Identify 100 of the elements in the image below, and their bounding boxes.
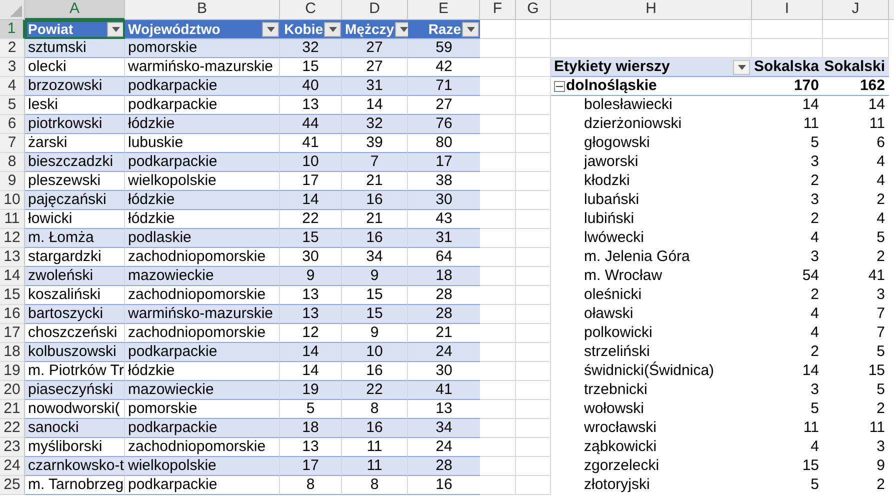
row-header[interactable]: 22 <box>0 419 25 438</box>
row-header[interactable]: 1 <box>0 20 25 39</box>
table-cell: 44 <box>280 115 342 134</box>
table-cell: 32 <box>342 115 408 134</box>
empty-cell[interactable] <box>516 476 551 495</box>
empty-cell[interactable] <box>516 248 551 267</box>
row-header[interactable]: 11 <box>0 210 25 229</box>
empty-cell[interactable] <box>516 191 551 210</box>
row-header[interactable]: 10 <box>0 191 25 210</box>
pivot-cell-text: 3 <box>876 438 886 457</box>
row-header[interactable]: 7 <box>0 134 25 153</box>
table-cell: 64 <box>408 248 480 267</box>
filter-button[interactable] <box>262 22 279 36</box>
table-cell: warmińsko-mazurskie <box>125 305 280 324</box>
pivot-cell-text: 5 <box>876 229 886 248</box>
column-header[interactable]: E <box>408 0 480 20</box>
column-header[interactable]: G <box>516 0 551 20</box>
empty-cell[interactable] <box>516 457 551 476</box>
caret-icon <box>112 27 120 32</box>
row-header[interactable]: 13 <box>0 248 25 267</box>
column-header[interactable]: B <box>125 0 280 20</box>
row-header[interactable]: 19 <box>0 362 25 381</box>
table-cell: 38 <box>408 172 480 191</box>
row-header[interactable]: 16 <box>0 305 25 324</box>
filter-button[interactable] <box>462 22 479 36</box>
pivot-row-label: wołowski <box>583 400 646 419</box>
empty-cell[interactable] <box>516 77 551 96</box>
row-header[interactable]: 2 <box>0 39 25 58</box>
column-header[interactable]: H <box>551 0 752 20</box>
empty-cell[interactable] <box>516 381 551 400</box>
empty-cell[interactable] <box>516 115 551 134</box>
table-cell: podlaskie <box>125 229 280 248</box>
column-header[interactable]: J <box>823 0 889 20</box>
empty-cell[interactable] <box>752 20 823 39</box>
row-header[interactable]: 9 <box>0 172 25 191</box>
table-cell: łódzkie <box>125 115 280 134</box>
select-all-icon[interactable] <box>10 5 22 17</box>
row-header[interactable]: 3 <box>0 58 25 77</box>
empty-cell[interactable] <box>516 172 551 191</box>
table-cell: pleszewski <box>25 172 125 191</box>
pivot-cell-text: 3 <box>810 153 820 172</box>
row-header[interactable]: 12 <box>0 229 25 248</box>
row-header[interactable]: 18 <box>0 343 25 362</box>
row-header[interactable]: 24 <box>0 457 25 476</box>
empty-cell[interactable] <box>516 267 551 286</box>
empty-cell[interactable] <box>516 343 551 362</box>
row-header[interactable]: 20 <box>0 381 25 400</box>
table-cell: 31 <box>342 77 408 96</box>
empty-cell[interactable] <box>516 39 551 58</box>
table-cell: koszaliński <box>25 286 125 305</box>
filter-button[interactable] <box>395 22 408 36</box>
table-header-cell-text: Województwo <box>128 20 222 38</box>
filter-button[interactable] <box>324 22 341 36</box>
empty-cell[interactable] <box>516 362 551 381</box>
table-cell: podkarpackie <box>125 153 280 172</box>
row-header[interactable]: 4 <box>0 77 25 96</box>
column-header[interactable]: D <box>342 0 408 20</box>
empty-cell[interactable] <box>516 153 551 172</box>
empty-cell[interactable] <box>516 400 551 419</box>
row-header[interactable]: 23 <box>0 438 25 457</box>
empty-cell[interactable] <box>516 20 551 39</box>
table-cell: lubuskie <box>125 134 280 153</box>
table-cell: 14 <box>280 362 342 381</box>
row-header[interactable]: 21 <box>0 400 25 419</box>
filter-button[interactable] <box>733 60 750 74</box>
empty-cell[interactable] <box>516 438 551 457</box>
table-cell: nowodworski( <box>25 400 125 419</box>
table-header-cell-text: Raze <box>427 20 461 38</box>
filter-button[interactable] <box>107 22 124 37</box>
empty-cell[interactable] <box>516 419 551 438</box>
caret-icon <box>738 64 746 70</box>
column-header[interactable]: A <box>25 0 125 20</box>
empty-cell[interactable] <box>516 305 551 324</box>
empty-cell[interactable] <box>516 229 551 248</box>
empty-cell[interactable] <box>516 96 551 115</box>
table-cell: łódzkie <box>125 362 280 381</box>
row-header[interactable]: 6 <box>0 115 25 134</box>
empty-cell[interactable] <box>551 20 752 39</box>
table-cell: podkarpackie <box>125 77 280 96</box>
row-header[interactable]: 8 <box>0 153 25 172</box>
empty-cell[interactable] <box>516 134 551 153</box>
table-cell: pajęczański <box>25 191 125 210</box>
column-header[interactable]: C <box>280 0 342 20</box>
table-cell: 40 <box>280 77 342 96</box>
row-header[interactable]: 15 <box>0 286 25 305</box>
column-header[interactable]: I <box>752 0 823 20</box>
empty-cell[interactable] <box>823 20 889 39</box>
row-header[interactable]: 5 <box>0 96 25 115</box>
table-cell: 13 <box>280 96 342 115</box>
empty-cell[interactable] <box>516 286 551 305</box>
collapse-toggle[interactable] <box>554 80 565 92</box>
table-cell: 17 <box>408 153 480 172</box>
pivot-cell-text: 2 <box>810 210 820 229</box>
table-cell: 13 <box>280 438 342 457</box>
row-header[interactable]: 17 <box>0 324 25 343</box>
empty-cell[interactable] <box>516 324 551 343</box>
row-header[interactable]: 14 <box>0 267 25 286</box>
row-header[interactable]: 25 <box>0 476 25 495</box>
empty-cell[interactable] <box>516 210 551 229</box>
column-header[interactable]: F <box>480 0 516 20</box>
